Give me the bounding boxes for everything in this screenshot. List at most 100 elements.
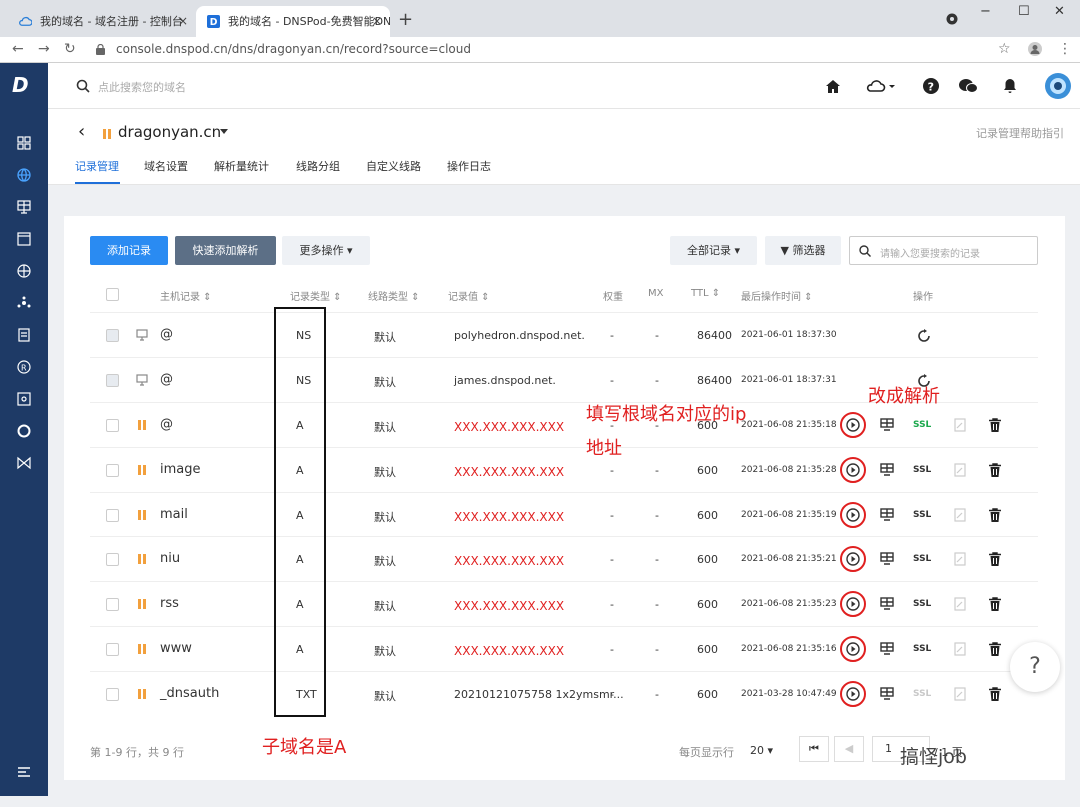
monitor-icon[interactable] [17,200,31,214]
ssl-button[interactable]: SSL [913,644,931,654]
search-icon[interactable] [76,79,90,93]
row-checkbox[interactable] [106,464,119,477]
tab-custom-lines[interactable]: 自定义线路 [366,158,421,174]
row-checkbox[interactable] [106,553,119,566]
more-actions-button[interactable]: 更多操作 ▾ [282,236,370,265]
edit-icon[interactable] [954,552,966,566]
cloud-menu-icon[interactable] [866,79,896,93]
monitor-setting-icon[interactable] [880,463,894,476]
ssl-button[interactable]: SSL [913,420,931,430]
table-row[interactable]: @ NS 默认 polyhedron.dnspod.net. - -86400 2021-0… [90,312,1038,357]
maximize-button[interactable]: ☐ [1018,4,1030,19]
avatar[interactable] [1045,73,1071,99]
dnspod-logo[interactable]: D [12,73,38,99]
table-row[interactable]: www A 默认 XXX.XXX.XXX.XXX - -600 2021-06-08 21:… [90,626,1038,671]
all-records-dropdown[interactable]: 全部记录 ▾ [670,236,757,265]
delete-icon[interactable] [989,508,1001,522]
domain-search-input[interactable]: 点此搜索您的域名 [98,79,186,95]
table-row[interactable]: _dnsauth TXT 默认 20210121075758 1x2ymsmr... -… [90,671,1038,716]
home-icon[interactable] [825,79,841,94]
document-icon[interactable] [17,328,31,342]
close-tab-icon[interactable]: × [372,6,382,37]
pause-resume-icon[interactable] [846,508,860,522]
delete-icon[interactable] [989,597,1001,611]
row-checkbox[interactable] [106,419,119,432]
help-icon[interactable]: ? [923,78,939,94]
ssl-button[interactable]: SSL [913,554,931,564]
tab-domain-settings[interactable]: 域名设置 [144,158,188,174]
table-row[interactable]: image A 默认 XXX.XXX.XXX.XXX - -600 2021-06-08 2… [90,447,1038,492]
pause-resume-icon[interactable] [846,418,860,432]
record-search-input[interactable]: 请输入您要搜索的记录 [849,236,1038,265]
browser-tab[interactable]: 我的域名 - 域名注册 - 控制台 × [8,6,196,37]
first-page-button[interactable]: ⏮ [799,736,829,762]
edit-icon[interactable] [954,508,966,522]
chevron-down-icon[interactable] [220,129,228,135]
row-checkbox[interactable] [106,509,119,522]
row-checkbox[interactable] [106,598,119,611]
help-fab[interactable]: ? [1010,642,1060,692]
certificate-icon[interactable] [17,392,31,406]
monitor-setting-icon[interactable] [880,418,894,431]
select-all-checkbox[interactable] [106,288,119,301]
web-icon[interactable] [17,264,31,278]
table-row[interactable]: niu A 默认 XXX.XXX.XXX.XXX - -600 2021-06-08 21:… [90,536,1038,581]
col-host[interactable]: 主机记录 ⇕ [160,288,212,303]
row-checkbox[interactable] [106,688,119,701]
network-icon[interactable] [17,296,31,310]
profile-icon[interactable] [1028,42,1042,56]
bookmark-star-icon[interactable]: ☆ [998,41,1011,57]
edit-icon[interactable] [954,597,966,611]
ssl-button[interactable]: SSL [913,465,931,475]
pause-resume-icon[interactable] [846,552,860,566]
delete-icon[interactable] [989,463,1001,477]
edit-icon[interactable] [954,463,966,477]
monitor-setting-icon[interactable] [880,642,894,655]
row-checkbox[interactable] [106,329,119,342]
ssl-button[interactable]: SSL [913,689,931,699]
edit-icon[interactable] [954,687,966,701]
per-page-select[interactable]: 20 ▾ [750,744,773,757]
table-row[interactable]: @ A 默认 XXX.XXX.XXX.XXX - -600 2021-06-08 21:35… [90,402,1038,447]
monitor-setting-icon[interactable] [880,552,894,565]
pause-resume-icon[interactable] [846,687,860,701]
close-window-button[interactable]: ✕ [1054,4,1065,19]
col-last-modified[interactable]: 最后操作时间 ⇕ [741,288,813,303]
quick-add-button[interactable]: 快速添加解析 [175,236,276,265]
menu-dots-icon[interactable]: ⋮ [1058,41,1072,57]
close-tab-icon[interactable]: × [178,6,188,37]
add-record-button[interactable]: 添加记录 [90,236,168,265]
filter-button[interactable]: ▼ 筛选器 [765,236,841,265]
col-value[interactable]: 记录值 ⇕ [448,288,490,303]
edit-icon[interactable] [954,642,966,656]
monitor-setting-icon[interactable] [880,508,894,521]
col-ttl[interactable]: TTL ⇕ [691,288,720,299]
forward-icon[interactable]: → [38,41,50,57]
new-tab-button[interactable]: + [398,6,413,34]
row-checkbox[interactable] [106,374,119,387]
back-arrow-icon[interactable]: ‹ [78,121,85,142]
prev-page-button[interactable]: ◀ [834,736,864,762]
wechat-icon[interactable] [958,78,978,94]
delete-icon[interactable] [989,687,1001,701]
pause-resume-icon[interactable] [846,463,860,477]
table-row[interactable]: mail A 默认 XXX.XXX.XXX.XXX - -600 2021-06-08 21… [90,492,1038,537]
help-guide-link[interactable]: 记录管理帮助指引 [976,125,1064,141]
bowtie-icon[interactable] [17,456,31,470]
account-circle-icon[interactable] [946,13,958,25]
window-icon[interactable] [17,232,31,246]
tab-query-stats[interactable]: 解析量统计 [214,158,269,174]
back-icon[interactable]: ← [12,41,24,57]
col-line[interactable]: 线路类型 ⇕ [368,288,420,303]
bell-icon[interactable] [1003,78,1017,94]
delete-icon[interactable] [989,418,1001,432]
ssl-button[interactable]: SSL [913,599,931,609]
col-type[interactable]: 记录类型 ⇕ [290,288,342,303]
ssl-button[interactable]: SSL [913,510,931,520]
monitoring-icon[interactable] [17,424,31,438]
table-row[interactable]: rss A 默认 XXX.XXX.XXX.XXX - -600 2021-06-08 21:… [90,581,1038,626]
edit-icon[interactable] [954,418,966,432]
tab-operation-log[interactable]: 操作日志 [447,158,491,174]
delete-icon[interactable] [989,642,1001,656]
monitor-setting-icon[interactable] [880,687,894,700]
